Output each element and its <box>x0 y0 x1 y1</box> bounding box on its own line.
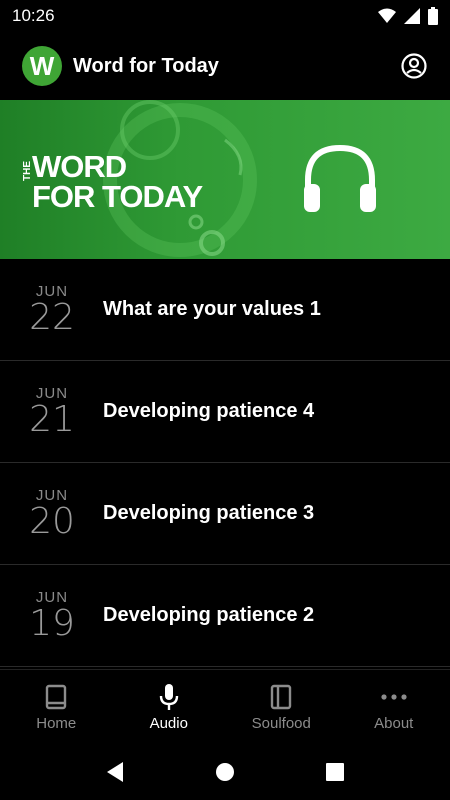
nav-soulfood-label: Soulfood <box>251 715 311 732</box>
app-logo: W <box>22 46 62 86</box>
audio-list: JUN 22 What are your values 1 JUN 21 Dev… <box>0 259 450 667</box>
signal-icon <box>404 8 420 24</box>
recents-square-icon <box>326 763 344 781</box>
nav-home[interactable]: Home <box>0 670 113 745</box>
date-block: JUN 21 <box>22 385 82 440</box>
bottom-nav: Home Audio Soulfood About <box>0 669 450 745</box>
date-day: 19 <box>29 602 75 644</box>
date-block: JUN 19 <box>22 589 82 644</box>
logo-letter: W <box>29 50 55 81</box>
status-time: 10:26 <box>12 6 55 25</box>
banner-line-2: FOR TODAY <box>32 179 203 214</box>
date-block: JUN 22 <box>22 283 82 338</box>
account-icon <box>401 53 427 79</box>
list-item[interactable]: JUN 22 What are your values 1 <box>0 259 450 361</box>
item-title: Developing patience 4 <box>103 400 315 422</box>
app-title: Word for Today <box>73 54 219 77</box>
banner-title: THE WORD FOR TODAY <box>22 149 232 214</box>
nav-about-label: About <box>374 715 414 732</box>
banner[interactable]: THE WORD FOR TODAY <box>0 100 450 259</box>
back-button[interactable] <box>60 761 170 783</box>
date-day: 22 <box>29 296 75 338</box>
item-title: What are your values 1 <box>103 298 321 320</box>
nav-audio-label: Audio <box>149 715 188 732</box>
app-bar: W Word for Today <box>0 32 450 100</box>
list-item[interactable]: JUN 19 Developing patience 2 <box>0 565 450 667</box>
nav-home-label: Home <box>36 715 77 732</box>
headphones-icon <box>304 144 376 212</box>
banner-line-1: WORD <box>32 149 127 184</box>
home-circle-icon <box>216 763 234 781</box>
item-title: Developing patience 2 <box>103 604 315 626</box>
home-button[interactable] <box>170 762 280 782</box>
microphone-icon <box>159 683 179 711</box>
status-icons <box>378 7 438 25</box>
nav-soulfood[interactable]: Soulfood <box>225 670 338 745</box>
book-icon <box>45 683 67 711</box>
system-nav-bar <box>0 744 450 800</box>
book-outline-icon <box>270 683 292 711</box>
battery-icon <box>428 7 438 25</box>
account-button[interactable] <box>400 52 428 80</box>
back-triangle-icon <box>107 762 123 782</box>
date-day: 20 <box>29 500 75 542</box>
recents-button[interactable] <box>280 763 390 781</box>
nav-audio[interactable]: Audio <box>113 670 226 745</box>
item-title: Developing patience 3 <box>103 502 315 524</box>
nav-about[interactable]: About <box>338 670 450 745</box>
wifi-icon <box>378 8 396 23</box>
date-day: 21 <box>29 398 75 440</box>
list-item[interactable]: JUN 21 Developing patience 4 <box>0 361 450 463</box>
date-block: JUN 20 <box>22 487 82 542</box>
status-bar: 10:26 <box>0 0 450 32</box>
banner-the: THE <box>22 161 33 181</box>
list-item[interactable]: JUN 20 Developing patience 3 <box>0 463 450 565</box>
more-dots-icon <box>381 683 407 711</box>
